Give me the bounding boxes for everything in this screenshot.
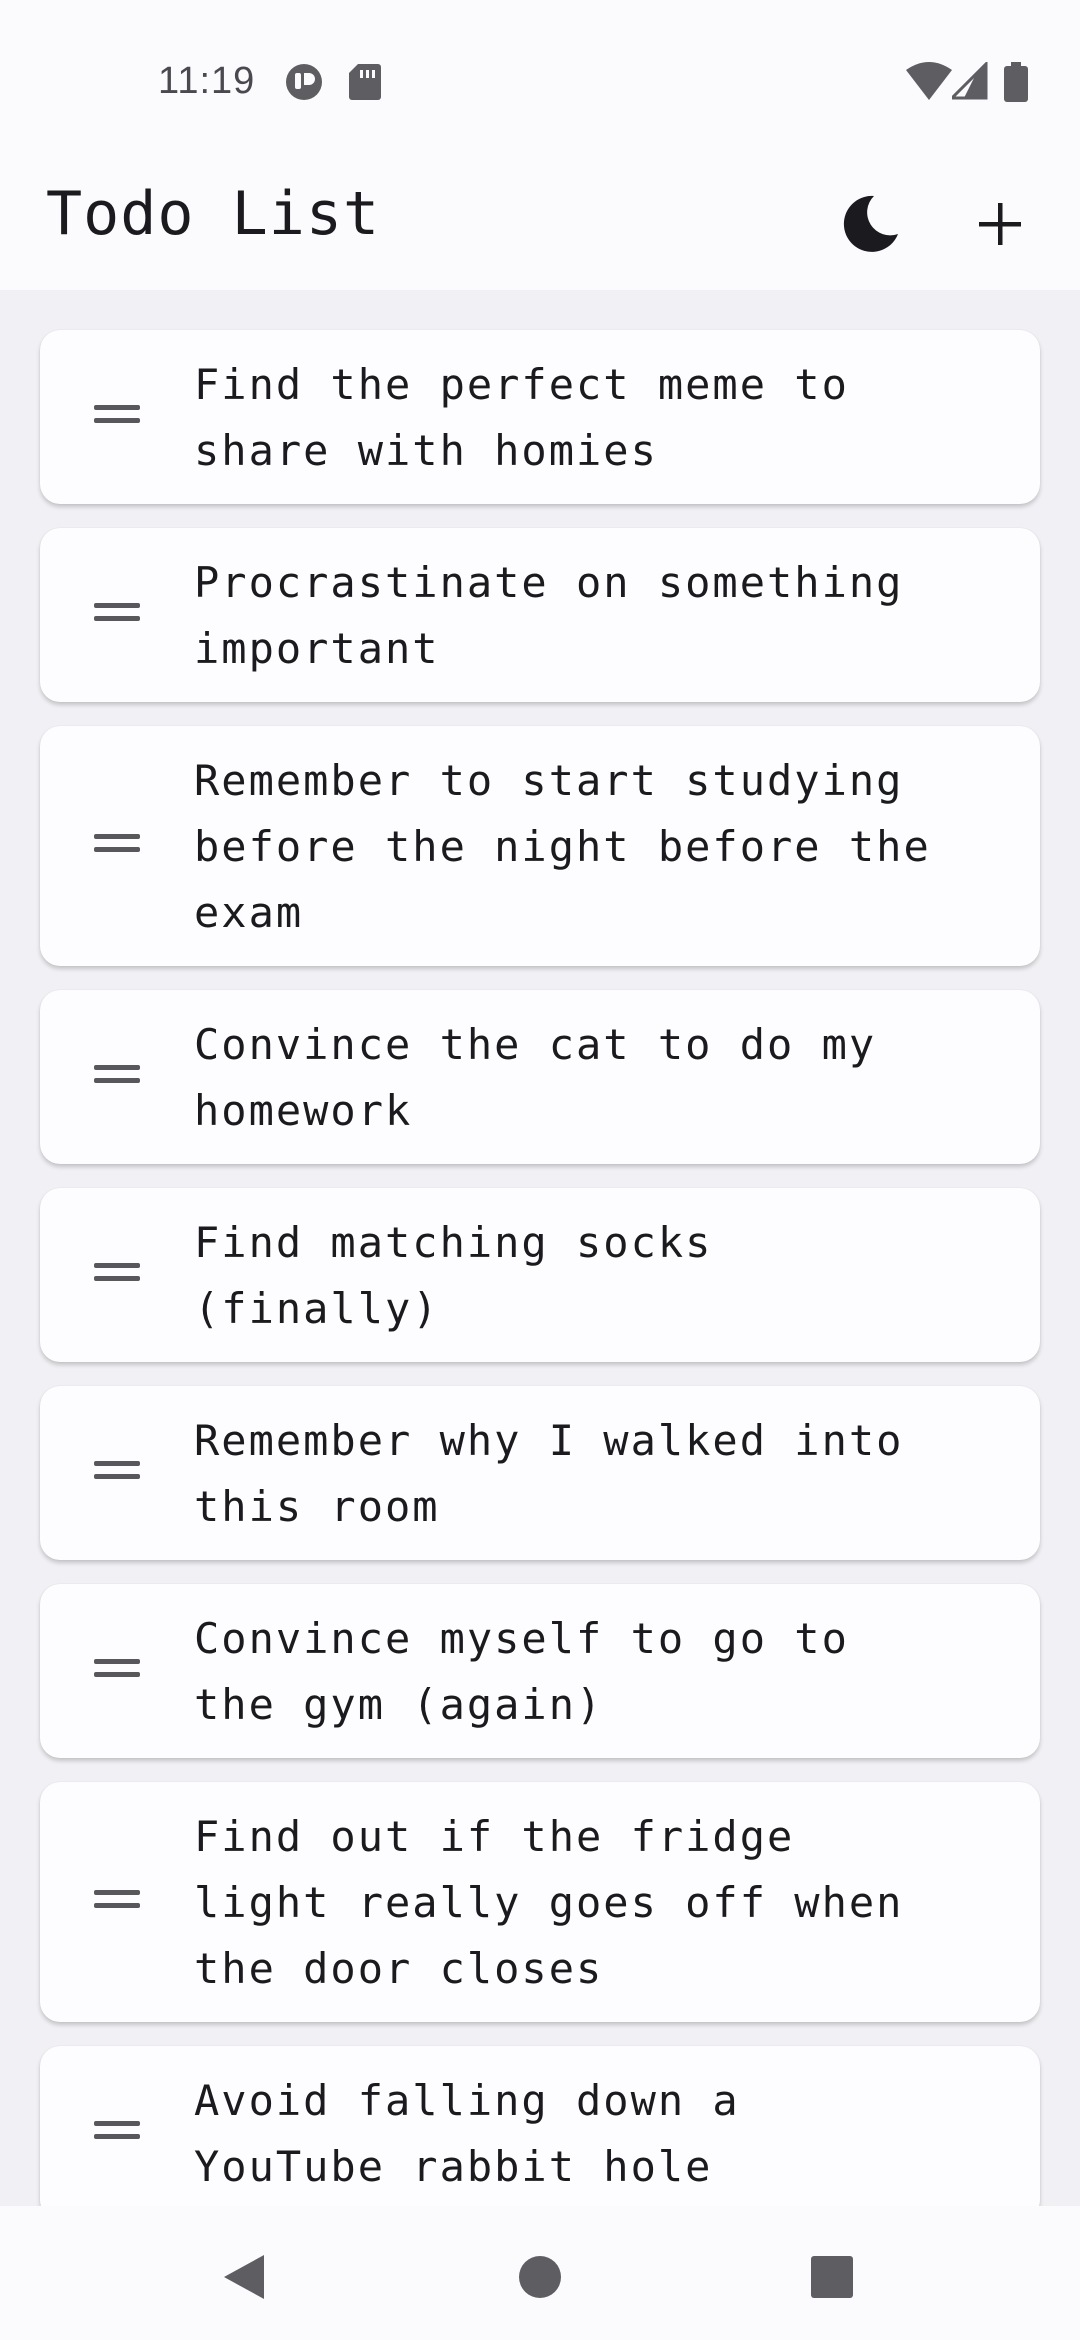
signal-icon	[948, 60, 988, 104]
drag-handle-icon[interactable]	[94, 1065, 142, 1089]
todo-item[interactable]: Find matching socks (finally)	[40, 1188, 1040, 1362]
todo-text: Remember to start studying before the ni…	[194, 756, 931, 937]
drag-handle-icon[interactable]	[94, 1461, 142, 1485]
todo-item[interactable]: Find out if the fridge light really goes…	[40, 1782, 1040, 2022]
todo-item[interactable]: Avoid falling down a YouTube rabbit hole	[40, 2046, 1040, 2206]
page-title: Todo List	[46, 179, 381, 249]
home-icon	[519, 2256, 561, 2298]
drag-handle-icon[interactable]	[94, 2121, 142, 2145]
status-bar: 11:19	[0, 0, 1080, 150]
todo-text: Find the perfect meme to share with homi…	[194, 360, 849, 475]
dark-mode-button[interactable]	[822, 176, 918, 272]
recents-icon	[811, 2256, 853, 2298]
status-time: 11:19	[158, 60, 256, 102]
back-icon	[224, 2255, 264, 2299]
home-button[interactable]	[505, 2242, 575, 2312]
todo-text: Find matching socks (finally)	[194, 1218, 713, 1333]
todo-text: Avoid falling down a YouTube rabbit hole	[194, 2076, 740, 2191]
todo-item[interactable]: Remember why I walked into this room	[40, 1386, 1040, 1560]
navigation-bar	[0, 2206, 1080, 2340]
drag-handle-icon[interactable]	[94, 603, 142, 627]
dark-mode-icon	[843, 195, 898, 252]
todo-text: Convince myself to go to the gym (again)	[194, 1614, 849, 1729]
todo-item[interactable]: Remember to start studying before the ni…	[40, 726, 1040, 966]
todo-text: Procrastinate on something important	[194, 558, 904, 673]
drag-handle-icon[interactable]	[94, 1659, 142, 1683]
todo-text: Remember why I walked into this room	[194, 1416, 904, 1531]
add-icon	[979, 203, 1021, 245]
todo-list: Find the perfect meme to share with homi…	[0, 290, 1080, 2206]
sd-card-icon	[348, 62, 382, 106]
battery-icon	[1004, 62, 1028, 106]
todo-text: Find out if the fridge light really goes…	[194, 1812, 904, 1993]
app-notification-icon	[284, 62, 324, 106]
drag-handle-icon[interactable]	[94, 1263, 142, 1287]
drag-handle-icon[interactable]	[94, 834, 142, 858]
todo-item[interactable]: Convince myself to go to the gym (again)	[40, 1584, 1040, 1758]
wifi-icon	[906, 62, 952, 104]
todo-item[interactable]: Find the perfect meme to share with homi…	[40, 330, 1040, 504]
recents-button[interactable]	[797, 2242, 867, 2312]
todo-item[interactable]: Convince the cat to do my homework	[40, 990, 1040, 1164]
add-todo-button[interactable]	[952, 176, 1048, 272]
app-bar: Todo List	[0, 150, 1080, 290]
drag-handle-icon[interactable]	[94, 1890, 142, 1914]
todo-text: Convince the cat to do my homework	[194, 1020, 877, 1135]
drag-handle-icon[interactable]	[94, 405, 142, 429]
back-button[interactable]	[209, 2242, 279, 2312]
todo-item[interactable]: Procrastinate on something important	[40, 528, 1040, 702]
